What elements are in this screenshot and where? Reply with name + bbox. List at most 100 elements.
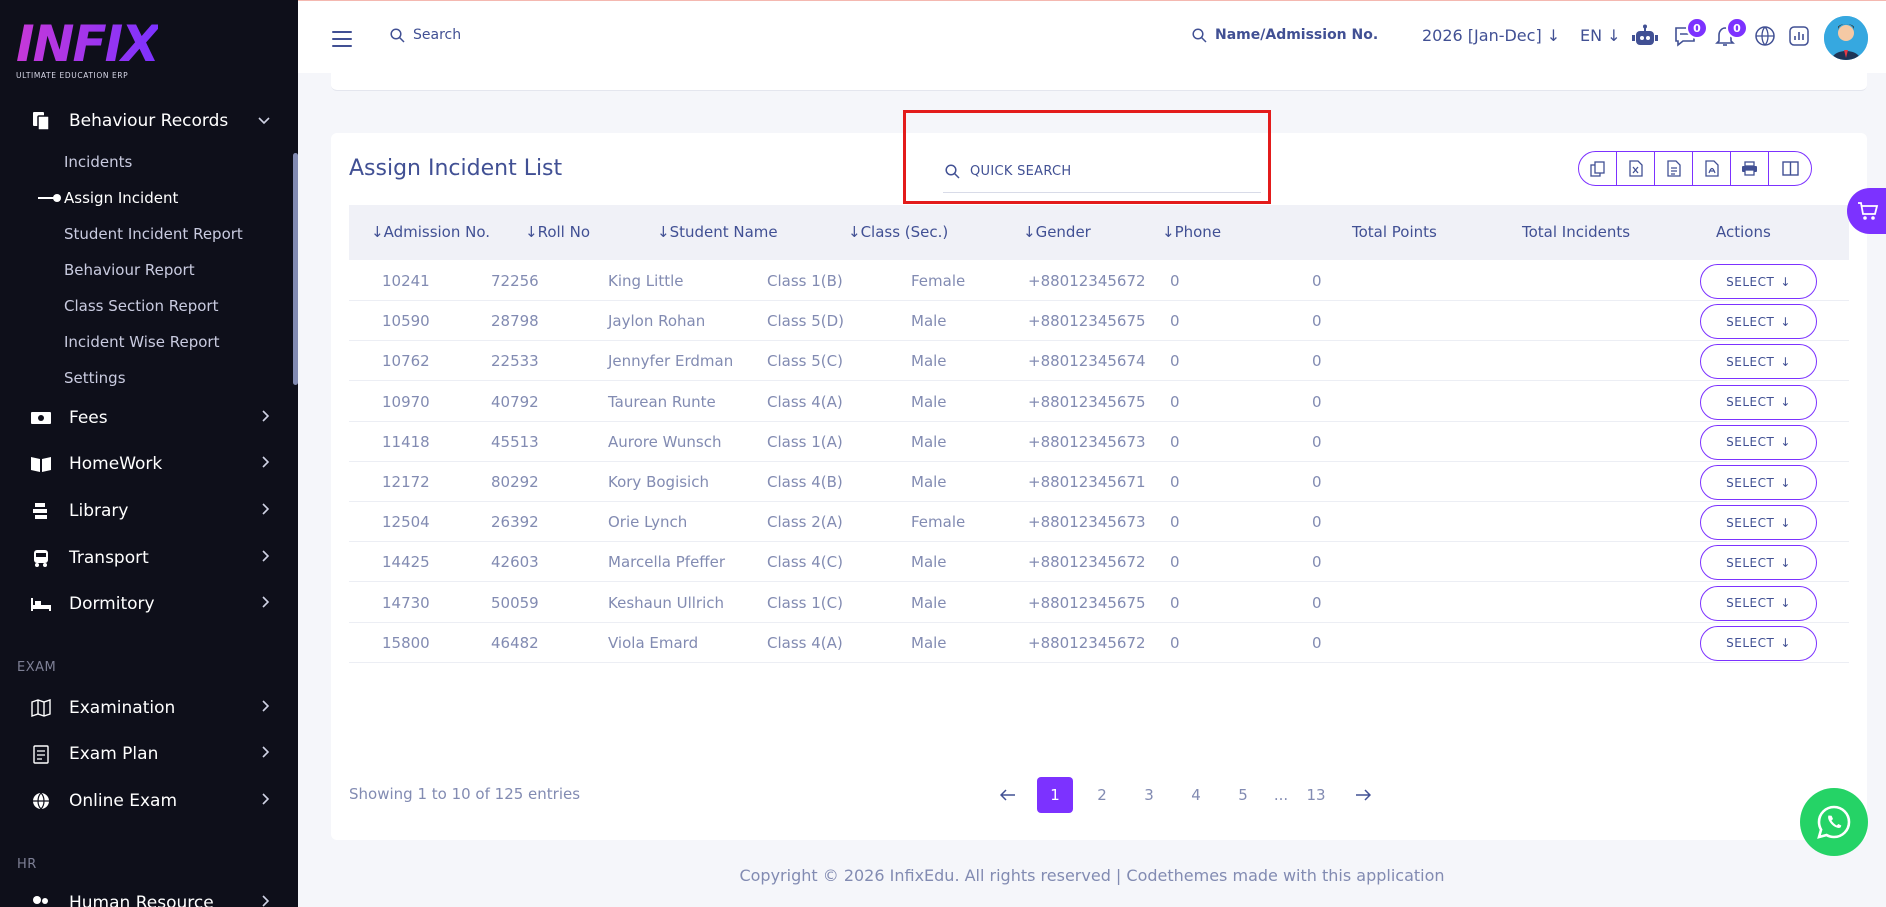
table-cell: Viola Emard — [608, 633, 699, 652]
select-action-button[interactable]: SELECT ↓ — [1700, 304, 1817, 340]
sidebar-item-online-exam[interactable]: Online Exam — [0, 781, 298, 821]
user-avatar[interactable] — [1824, 16, 1868, 60]
logo[interactable]: INFIX ULTIMATE EDUCATION ERP — [16, 15, 160, 80]
table-row: 12504 26392 Orie Lynch Class 2(A) Female +880… — [349, 502, 1849, 543]
sort-arrow-icon: ↓ — [371, 223, 384, 241]
menu-label: Examination — [69, 698, 176, 718]
top-search[interactable]: Search — [390, 27, 461, 43]
column-header-total-points[interactable]: Total Points — [1352, 223, 1437, 241]
select-action-button[interactable]: SELECT ↓ — [1700, 545, 1817, 581]
sidebar-item-human-resource[interactable]: Human Resource — [0, 883, 298, 907]
arrow-down-icon: ↓ — [1780, 395, 1791, 410]
copy-icon[interactable] — [1579, 152, 1617, 185]
language-selector[interactable]: EN ↓ — [1580, 26, 1621, 45]
prev-page-arrow-icon[interactable] — [990, 777, 1026, 813]
notification-bell-icon[interactable]: 0 — [1712, 17, 1748, 49]
select-action-button[interactable]: SELECT ↓ — [1700, 424, 1817, 460]
table-cell: Class 5(D) — [767, 312, 845, 331]
people-icon — [30, 892, 52, 907]
sidebar-item-fees[interactable]: Fees — [0, 398, 298, 438]
chevron-right-icon — [262, 503, 270, 519]
logo-text: INFIX — [16, 15, 160, 73]
table-cell: 0 — [1312, 473, 1322, 491]
select-action-button[interactable]: SELECT ↓ — [1700, 384, 1817, 420]
sidebar-item-exam-plan[interactable]: Exam Plan — [0, 734, 298, 774]
column-header-gender[interactable]: ↓Gender — [1023, 223, 1091, 241]
select-action-button[interactable]: SELECT ↓ — [1700, 264, 1817, 299]
search-icon — [390, 27, 405, 43]
cart-icon[interactable] — [1847, 188, 1886, 234]
select-action-button[interactable]: SELECT ↓ — [1700, 465, 1817, 500]
whatsapp-icon[interactable] — [1800, 788, 1868, 856]
select-button-label: SELECT — [1726, 395, 1775, 410]
select-action-button[interactable]: SELECT ↓ — [1700, 344, 1817, 380]
select-action-button[interactable]: SELECT ↓ — [1700, 505, 1817, 541]
column-header-class[interactable]: ↓Class (Sec.) — [848, 223, 948, 241]
dashboard-stats-icon[interactable] — [1786, 23, 1812, 49]
csv-icon[interactable] — [1655, 152, 1693, 185]
page-number[interactable]: 5 — [1225, 777, 1261, 813]
table-cell: 0 — [1312, 633, 1322, 652]
table-cell: 0 — [1312, 352, 1322, 371]
table-cell: +88012345674 — [1028, 352, 1146, 371]
sidebar-item-incident-wise-report[interactable]: Incident Wise Report — [64, 330, 219, 354]
table-cell: Orie Lynch — [608, 513, 688, 532]
page-number[interactable]: 4 — [1178, 777, 1214, 813]
column-header-student-name[interactable]: ↓Student Name — [657, 223, 778, 241]
sidebar-item-library[interactable]: Library — [0, 491, 298, 531]
columns-icon[interactable] — [1769, 152, 1811, 185]
table-cell: 0 — [1170, 392, 1180, 411]
column-header-total-incidents[interactable]: Total Incidents — [1522, 223, 1630, 241]
menu-label: Transport — [69, 548, 149, 568]
column-header-roll[interactable]: ↓Roll No — [525, 223, 590, 241]
page-title: Assign Incident List — [349, 156, 563, 181]
table-cell: 0 — [1312, 392, 1322, 411]
sidebar-item-class-section-report[interactable]: Class Section Report — [64, 294, 218, 318]
column-header-phone[interactable]: ↓Phone — [1162, 223, 1221, 241]
select-button-label: SELECT — [1726, 596, 1775, 611]
chevron-right-icon — [262, 550, 270, 566]
sidebar-item-dormitory[interactable]: Dormitory — [0, 584, 298, 624]
entries-summary: Showing 1 to 10 of 125 entries — [349, 785, 581, 803]
table-cell: 0 — [1170, 593, 1180, 612]
sidebar-item-incidents[interactable]: Incidents — [64, 150, 132, 174]
sidebar-item-homework[interactable]: HomeWork — [0, 444, 298, 484]
messages-icon[interactable]: 0 — [1672, 17, 1708, 49]
next-page-arrow-icon[interactable] — [1345, 777, 1381, 813]
select-button-label: SELECT — [1726, 274, 1775, 289]
menu-behaviour-records[interactable]: Behaviour Records — [0, 101, 298, 141]
page-number[interactable]: 13 — [1298, 777, 1334, 813]
page-number[interactable]: 1 — [1037, 777, 1073, 813]
print-icon[interactable] — [1731, 152, 1769, 185]
book-icon — [30, 453, 52, 475]
column-header-admission[interactable]: ↓Admission No. — [371, 223, 490, 241]
sidebar-scrollbar[interactable] — [293, 153, 298, 385]
website-globe-icon[interactable] — [1752, 23, 1778, 49]
table-cell: Taurean Runte — [608, 392, 716, 411]
table-cell: 0 — [1312, 272, 1322, 290]
select-action-button[interactable]: SELECT ↓ — [1700, 625, 1817, 661]
hamburger-menu-icon[interactable] — [332, 31, 352, 52]
robot-icon[interactable] — [1632, 23, 1658, 49]
sidebar-item-assign-incident[interactable]: Assign Incident — [64, 186, 178, 210]
menu-label: Fees — [69, 408, 108, 428]
pdf-icon[interactable] — [1693, 152, 1731, 185]
sidebar-item-student-incident-report[interactable]: Student Incident Report — [64, 222, 243, 246]
table-cell: Jaylon Rohan — [608, 312, 706, 331]
table-cell: 0 — [1312, 593, 1322, 612]
page-number[interactable]: 2 — [1084, 777, 1120, 813]
table-cell: +88012345673 — [1028, 432, 1146, 451]
page-number[interactable]: 3 — [1131, 777, 1167, 813]
sidebar-item-transport[interactable]: Transport — [0, 538, 298, 578]
excel-icon[interactable] — [1617, 152, 1655, 185]
select-action-button[interactable]: SELECT ↓ — [1700, 585, 1817, 621]
menu-label: Human Resource — [69, 893, 214, 907]
sidebar-item-examination[interactable]: Examination — [0, 688, 298, 728]
sidebar-item-behaviour-report[interactable]: Behaviour Report — [64, 258, 195, 282]
session-selector[interactable]: 2026 [Jan-Dec] ↓ — [1422, 26, 1560, 45]
table-cell: 0 — [1170, 513, 1180, 532]
sidebar-item-settings[interactable]: Settings — [64, 366, 126, 390]
table-row: 15800 46482 Viola Emard Class 4(A) Male +8801… — [349, 623, 1849, 663]
name-admission-search[interactable]: Name/Admission No. — [1192, 27, 1378, 43]
table-cell: 46482 — [491, 633, 539, 652]
